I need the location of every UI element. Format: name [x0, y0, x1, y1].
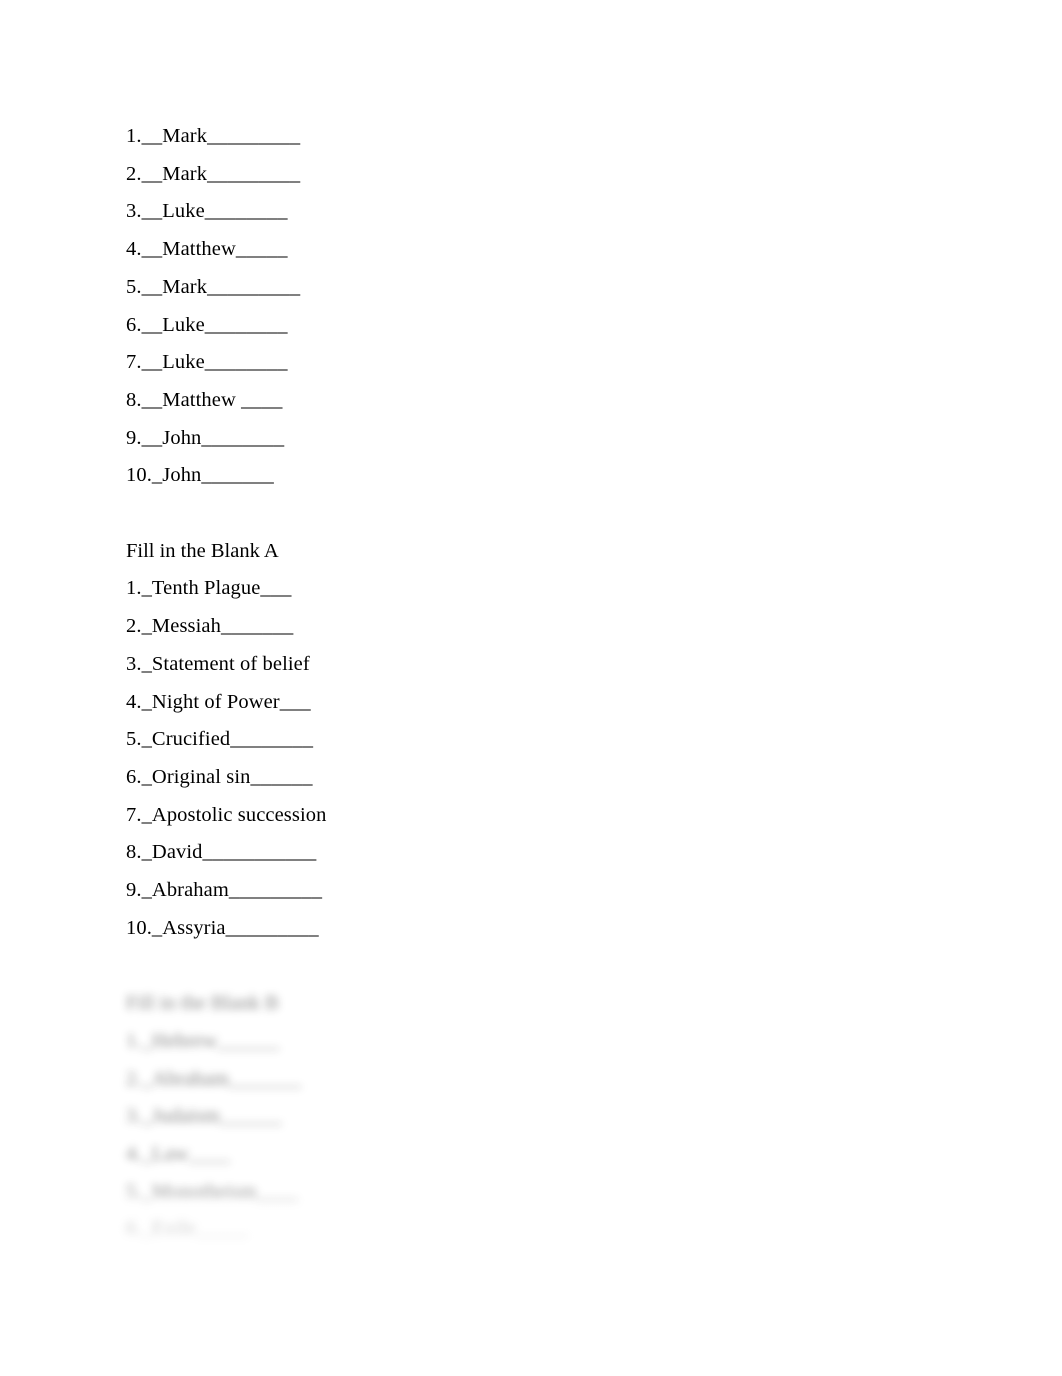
list-item: 2._Messiah_______ [126, 615, 294, 638]
list-item: 5._Monotheism____ [126, 1180, 298, 1203]
list-item: 2._Abraham_______ [126, 1067, 302, 1090]
list-item: 5._Crucified________ [126, 728, 314, 751]
list-item: 7._Apostolic succession [126, 803, 327, 826]
list-item: 1._Tenth Plague___ [126, 577, 292, 600]
list-item: 8.__Matthew ____ [126, 388, 283, 411]
list-item: 10._John_______ [126, 464, 274, 487]
list-item: 3._Statement of belief [126, 652, 310, 675]
section-obscured-preview: Fill in the Blank B 1._Hebrew______ 2._A… [126, 985, 946, 1249]
list-item: 2.__Mark_________ [126, 162, 301, 185]
list-item: 5.__Mark_________ [126, 275, 301, 298]
section-fill-in-the-blank-a: Fill in the Blank A 1._Tenth Plague___ 2… [126, 533, 946, 948]
list-item: 6._Exile_____ [126, 1218, 248, 1241]
list-item: 9.__John________ [126, 426, 285, 449]
section-heading: Fill in the Blank A [126, 539, 279, 562]
list-item: 6._Original sin______ [126, 765, 313, 788]
list-item: 4._Law____ [126, 1142, 231, 1165]
section-heading: Fill in the Blank B [126, 992, 279, 1015]
list-item: 8._David___________ [126, 841, 317, 864]
list-item: 3.__Luke________ [126, 200, 288, 223]
list-item: 6.__Luke________ [126, 313, 288, 336]
list-item: 10._Assyria_________ [126, 916, 319, 939]
list-item: 4._Night of Power___ [126, 690, 311, 713]
document-content: 1.__Mark_________ 2.__Mark_________ 3.__… [126, 118, 946, 1249]
list-item: 1._Hebrew______ [126, 1029, 280, 1052]
list-item: 4.__Matthew_____ [126, 238, 288, 261]
list-item: 7.__Luke________ [126, 351, 288, 374]
document-page: 1.__Mark_________ 2.__Mark_________ 3.__… [0, 0, 1062, 1376]
section-gospel-answers: 1.__Mark_________ 2.__Mark_________ 3.__… [126, 118, 946, 495]
list-item: 1.__Mark_________ [126, 125, 301, 147]
list-item: 9._Abraham_________ [126, 879, 323, 902]
list-item: 3._Judaism______ [126, 1105, 282, 1128]
